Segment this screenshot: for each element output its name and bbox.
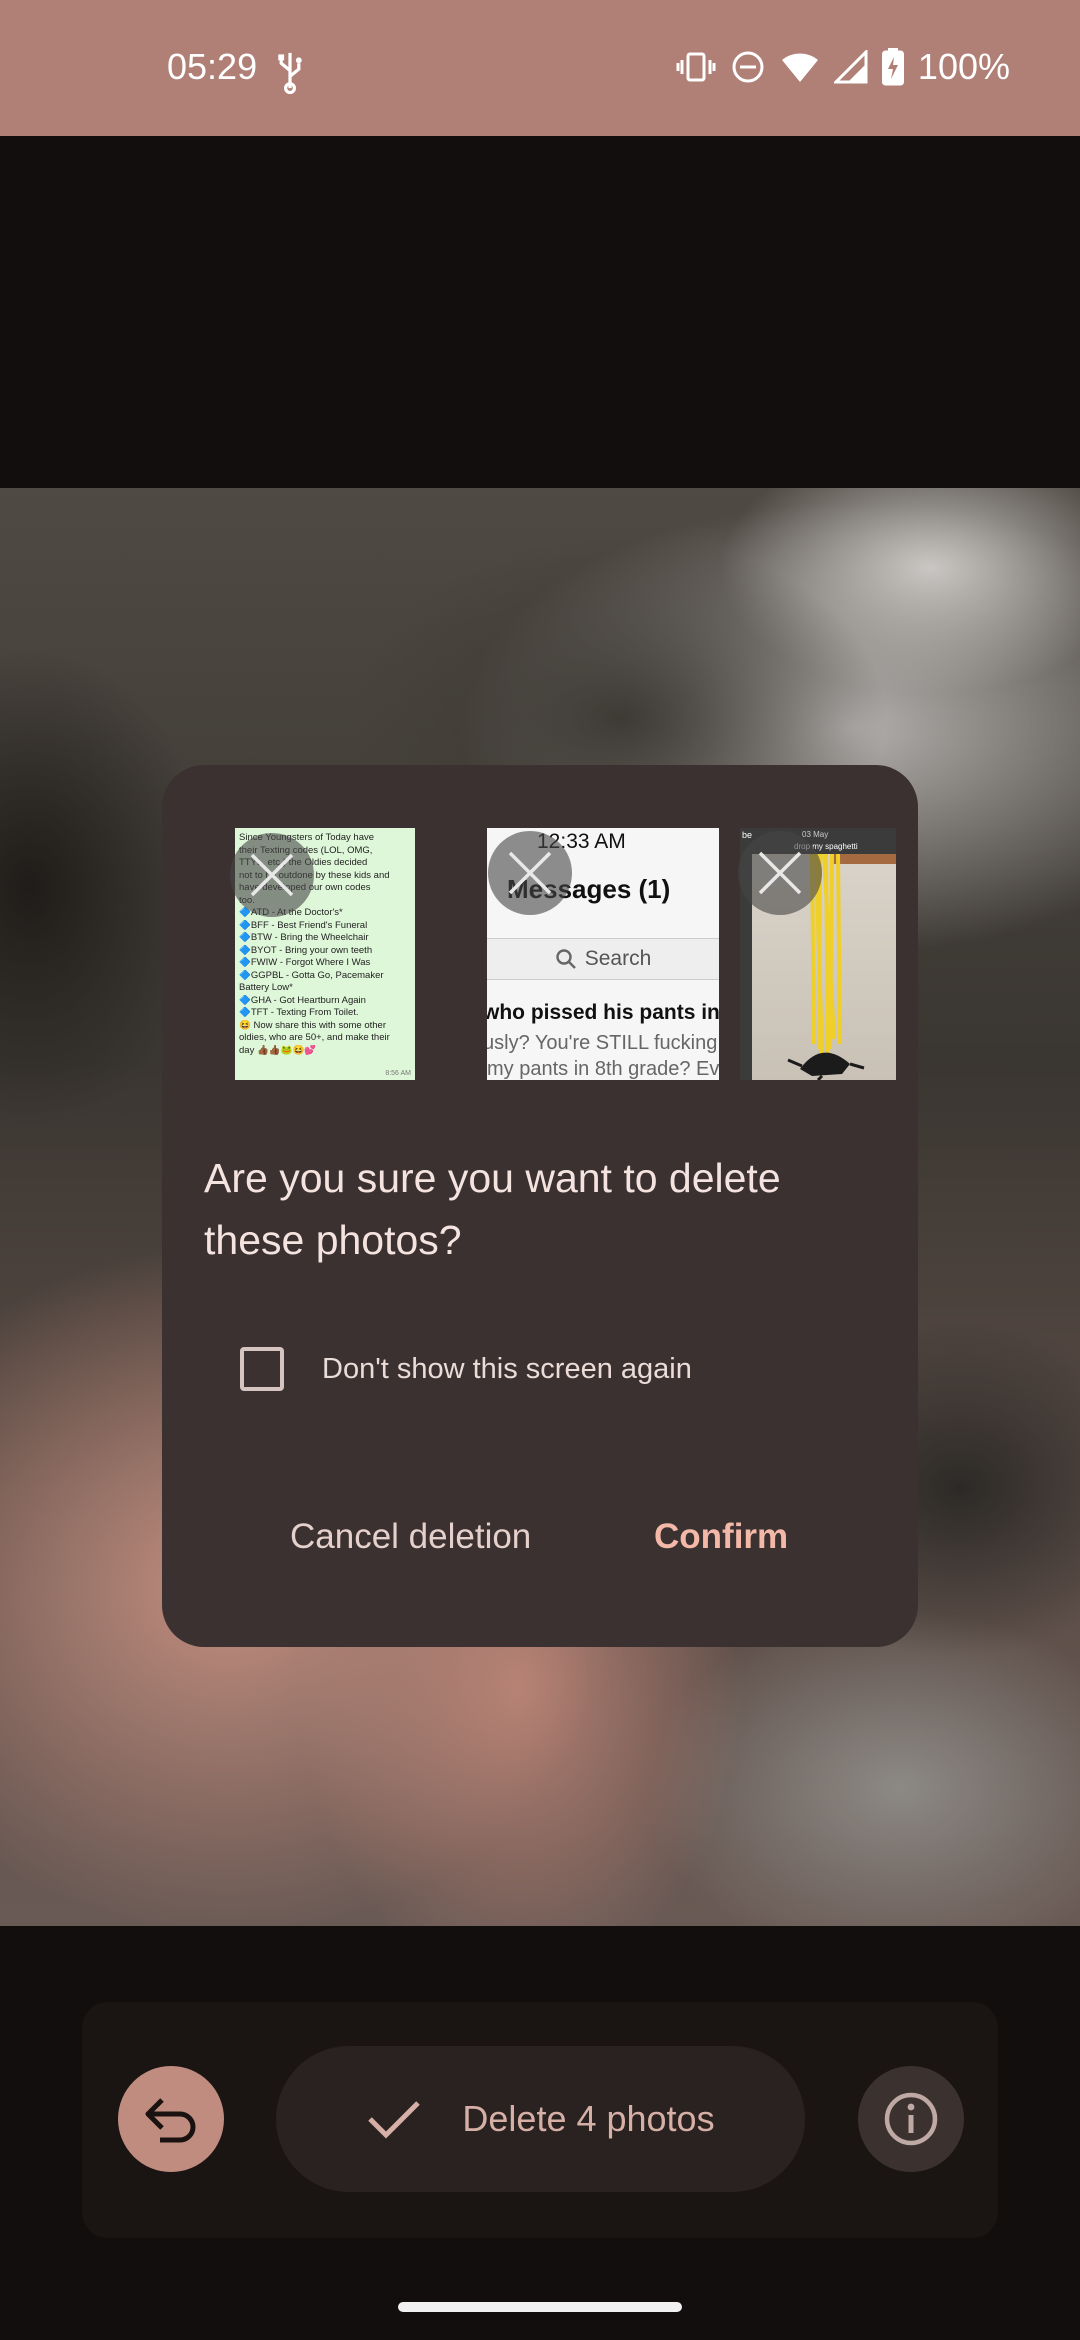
close-icon <box>250 853 294 897</box>
vibrate-icon <box>676 52 716 82</box>
check-icon <box>368 2101 421 2139</box>
battery-charging-icon <box>881 48 904 86</box>
gesture-nav-bar[interactable] <box>398 2302 682 2312</box>
thumbnail-2-line-2: usly? You're STILL fucking to <box>487 1032 719 1054</box>
confirm-button[interactable]: Confirm <box>654 1517 788 1557</box>
remove-photo-2-button[interactable] <box>488 831 572 915</box>
thumbnail-2-search: Search <box>487 938 719 980</box>
dont-show-again-checkbox[interactable] <box>240 1347 284 1391</box>
delete-confirmation-dialog: Since Youngsters of Today have their Tex… <box>162 765 918 1647</box>
battery-percent: 100% <box>917 46 1010 87</box>
info-icon <box>884 2092 938 2146</box>
remove-photo-1-button[interactable] <box>230 833 314 917</box>
undo-button[interactable] <box>118 2066 224 2172</box>
do-not-disturb-icon <box>732 51 764 83</box>
search-icon <box>556 949 576 969</box>
thumbnail-2-line-3: my pants in 8th grade? Ev <box>487 1058 719 1080</box>
thumbnail-3-date: 03 May <box>802 830 829 839</box>
dont-show-again-row[interactable]: Don't show this screen again <box>240 1347 692 1391</box>
delete-photos-label: Delete 4 photos <box>462 2098 715 2139</box>
remove-photo-3-button[interactable] <box>738 831 822 915</box>
signal-icon <box>833 50 868 84</box>
status-time: 05:29 <box>167 46 258 87</box>
usb-icon <box>278 52 302 94</box>
close-icon <box>508 851 552 895</box>
thumbnail-1-time: 8:56 AM <box>385 1070 411 1077</box>
close-icon <box>758 851 802 895</box>
delete-photos-button[interactable]: Delete 4 photos <box>276 2046 805 2192</box>
photo-thumbnail-strip: Since Youngsters of Today have their Tex… <box>162 765 918 1085</box>
info-button[interactable] <box>858 2066 964 2172</box>
status-bar: 05:29 100% <box>0 0 1080 136</box>
status-right-icons: 100% <box>676 46 1010 88</box>
thumbnail-3-caption-1: be <box>742 830 753 840</box>
cancel-deletion-button[interactable]: Cancel deletion <box>290 1517 531 1557</box>
dialog-title: Are you sure you want to delete these ph… <box>204 1155 781 1263</box>
dont-show-again-label: Don't show this screen again <box>322 1352 692 1385</box>
wifi-icon <box>781 53 818 82</box>
thumbnail-2-line-1: who pissed his pants in 8 <box>487 1001 719 1024</box>
undo-icon <box>145 2098 196 2143</box>
